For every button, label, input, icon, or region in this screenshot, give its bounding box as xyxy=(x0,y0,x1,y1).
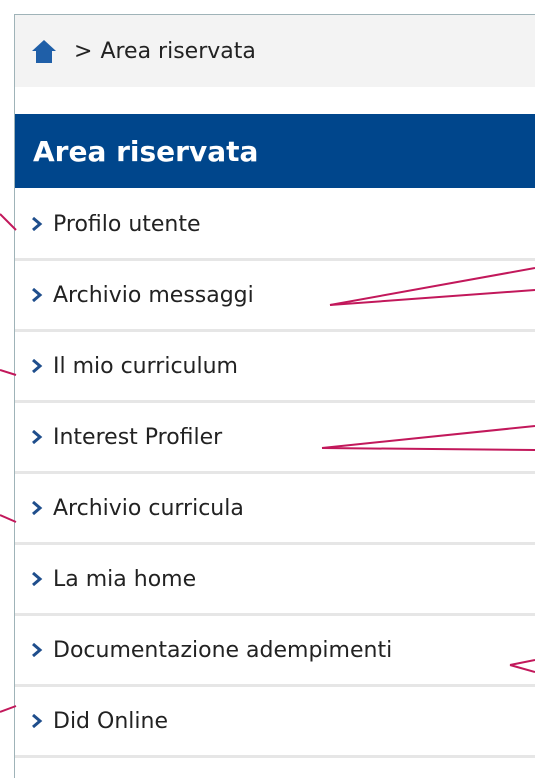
chevron-right-icon xyxy=(32,217,43,231)
home-icon[interactable] xyxy=(30,37,58,65)
menu-item-archivio-messaggi[interactable]: Archivio messaggi xyxy=(15,261,535,332)
menu-item-label: Did Online xyxy=(53,708,168,734)
menu-item-label: La mia home xyxy=(53,566,197,592)
menu-item-interest-profiler[interactable]: Interest Profiler xyxy=(15,403,535,474)
menu-item-label: Il mio curriculum xyxy=(53,353,238,379)
chevron-right-icon xyxy=(32,430,43,444)
menu-item-label: Interest Profiler xyxy=(53,424,223,450)
panel-header: Area riservata xyxy=(15,114,535,188)
menu-item-label: Profilo utente xyxy=(53,211,201,237)
panel-title: Area riservata xyxy=(33,134,259,168)
chevron-right-icon xyxy=(32,714,43,728)
reserved-area-menu: Profilo utente Archivio messaggi Il mio … xyxy=(15,190,535,758)
breadcrumb: > Area riservata xyxy=(15,15,535,87)
menu-item-did-online[interactable]: Did Online xyxy=(15,687,535,758)
menu-item-archivio-curricula[interactable]: Archivio curricula xyxy=(15,474,535,545)
menu-item-documentazione-adempimenti[interactable]: Documentazione adempimenti xyxy=(15,616,535,687)
chevron-right-icon xyxy=(32,359,43,373)
menu-item-label: Documentazione adempimenti xyxy=(53,637,393,663)
chevron-right-icon xyxy=(32,572,43,586)
chevron-right-icon xyxy=(32,643,43,657)
menu-item-profilo-utente[interactable]: Profilo utente xyxy=(15,190,535,261)
menu-item-label: Archivio curricula xyxy=(53,495,244,521)
menu-item-la-mia-home[interactable]: La mia home xyxy=(15,545,535,616)
menu-item-label: Archivio messaggi xyxy=(53,282,254,308)
breadcrumb-current: Area riservata xyxy=(100,38,256,64)
chevron-right-icon xyxy=(32,501,43,515)
menu-item-il-mio-curriculum[interactable]: Il mio curriculum xyxy=(15,332,535,403)
breadcrumb-separator: > xyxy=(74,38,93,64)
chevron-right-icon xyxy=(32,288,43,302)
